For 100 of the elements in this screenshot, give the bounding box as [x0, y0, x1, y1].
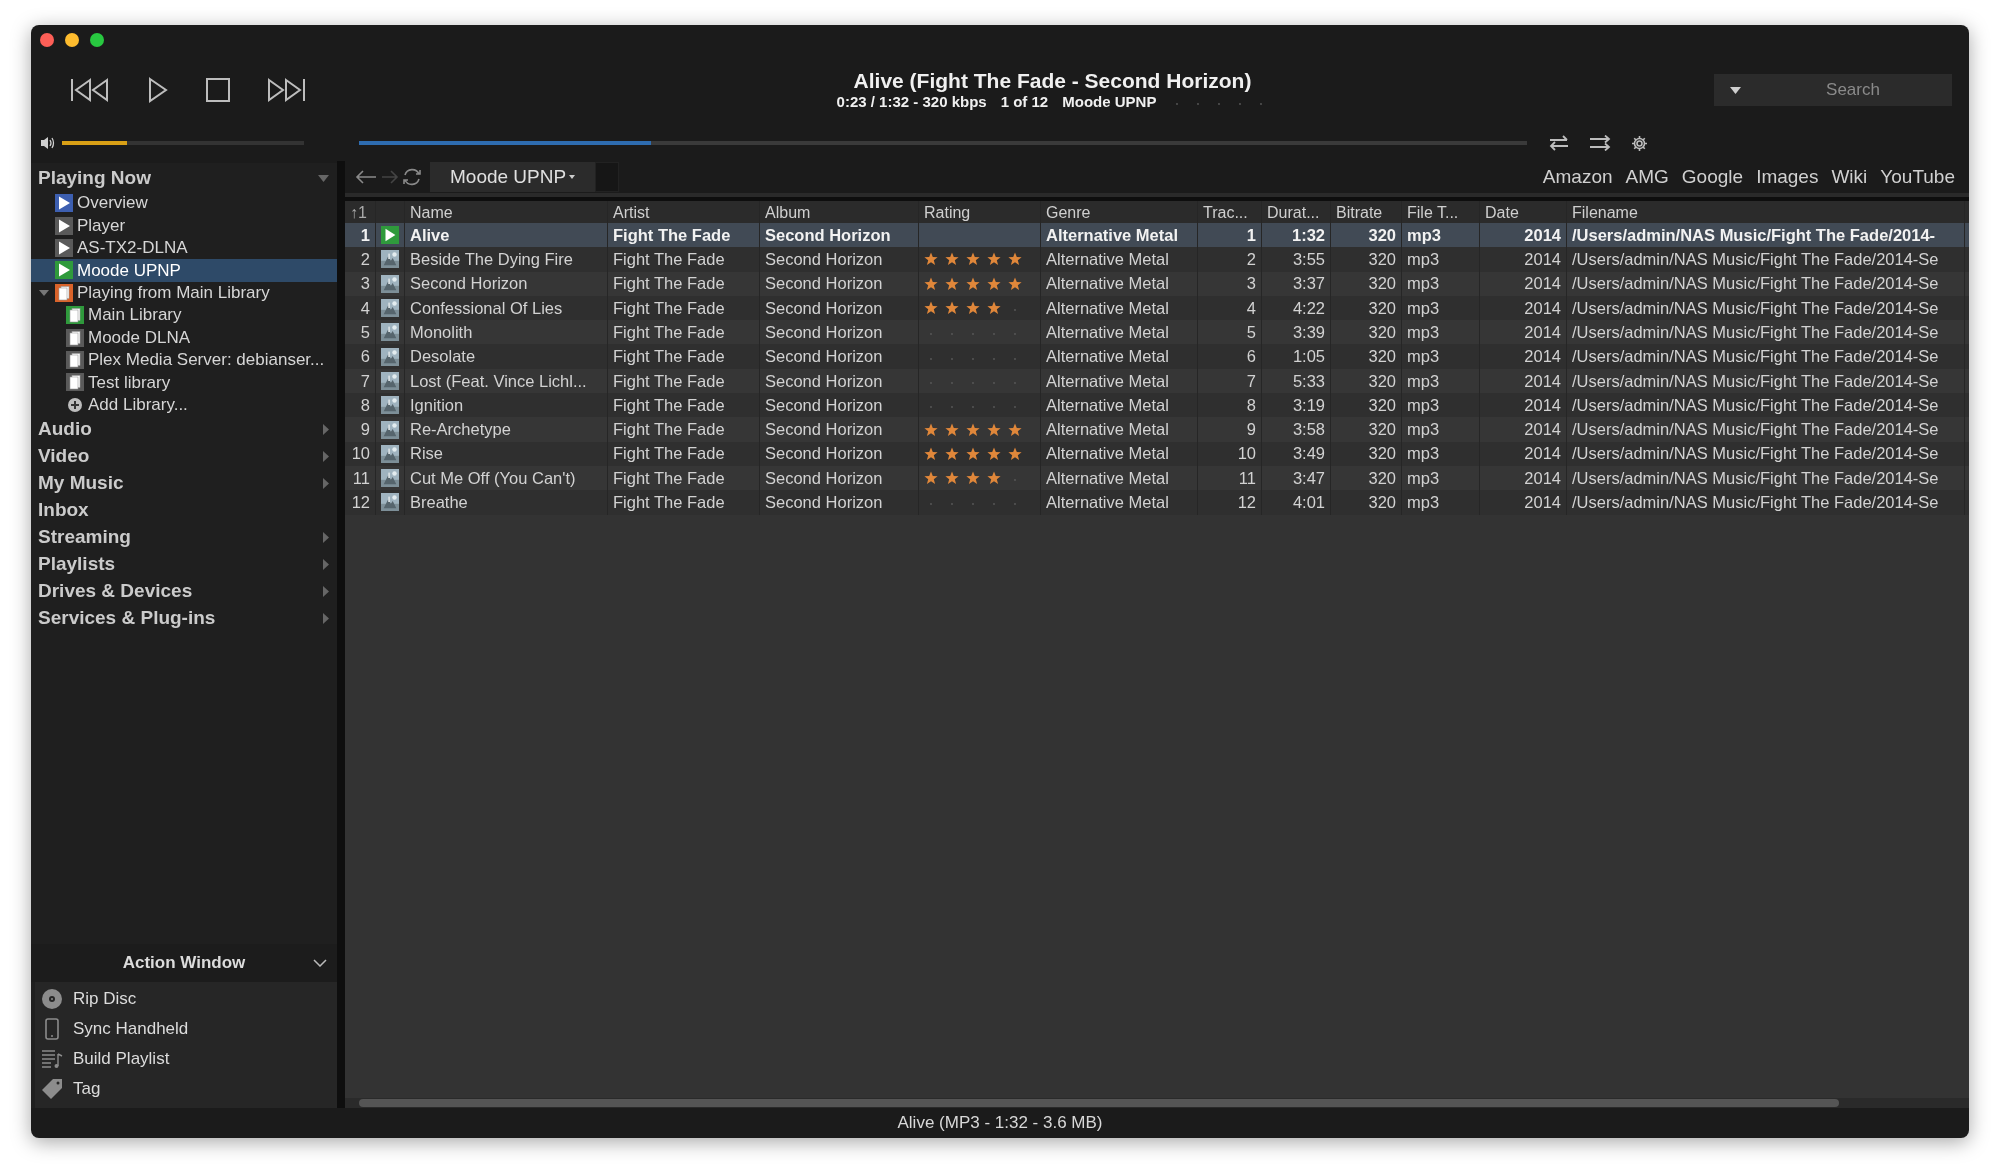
sidebar-item[interactable]: Moode UPNP: [31, 259, 337, 282]
submenu-arrow-icon[interactable]: [323, 558, 329, 570]
sidebar-section[interactable]: My Music: [31, 469, 337, 497]
action-item[interactable]: Rip Disc: [41, 984, 337, 1014]
web-link[interactable]: Images: [1756, 162, 1819, 192]
web-link[interactable]: Amazon: [1542, 162, 1613, 192]
star-icon[interactable]: [924, 422, 938, 437]
table-cell: 4:01: [1262, 490, 1331, 515]
sidebar-item[interactable]: Overview: [31, 192, 337, 215]
table-row[interactable]: 10 Rise Fight The Fade Second Horizon Alternative Metal 10 3:49 320 mp3 2014 /Users/admin/NAS Music/Fight The Fade/2014-Se: [345, 441, 1969, 466]
star-icon[interactable]: [966, 252, 980, 267]
star-icon[interactable]: [987, 252, 1001, 267]
star-icon[interactable]: [924, 276, 938, 291]
table-cell: Fight The Fade: [608, 344, 760, 369]
sidebar-item[interactable]: Player: [31, 214, 337, 237]
submenu-arrow-icon[interactable]: [323, 423, 329, 435]
star-icon[interactable]: [987, 446, 1001, 461]
submenu-arrow-icon[interactable]: [323, 450, 329, 462]
sidebar-item[interactable]: Plex Media Server: debianser...: [31, 348, 337, 372]
table-cell: 9: [1198, 417, 1262, 442]
table-row[interactable]: 8 Ignition Fight The Fade Second Horizon Alternative Metal 8 3:19 320 mp3 2014 /Users/admin/NAS Music/Fight The Fade/2014-Se: [345, 393, 1969, 418]
sidebar-section[interactable]: Drives & Devices: [31, 577, 337, 605]
star-icon[interactable]: [987, 422, 1001, 437]
sidebar-item[interactable]: Moode DLNA: [31, 326, 337, 349]
close-button[interactable]: [40, 33, 54, 47]
star-icon[interactable]: [945, 471, 959, 486]
web-link[interactable]: AMG: [1625, 162, 1669, 192]
star-icon[interactable]: [966, 422, 980, 437]
table-row[interactable]: 6 Desolate Fight The Fade Second Horizon Alternative Metal 6 1:05 320 mp3 2014 /Users/admin/NAS Music/Fight The Fade/2014-Se: [345, 344, 1969, 369]
sidebar-item[interactable]: AS-TX2-DLNA: [31, 236, 337, 260]
star-icon[interactable]: [924, 252, 938, 267]
shuffle-icon[interactable]: [1589, 135, 1611, 151]
star-icon[interactable]: [945, 301, 959, 316]
web-link[interactable]: YouTube: [1880, 162, 1955, 192]
zoom-button[interactable]: [90, 33, 104, 47]
stop-button[interactable]: [203, 75, 233, 105]
sidebar-section[interactable]: Playlists: [31, 550, 337, 578]
star-icon[interactable]: [945, 422, 959, 437]
disclosure-triangle-icon[interactable]: [39, 287, 49, 298]
horizontal-scrollbar[interactable]: [345, 1098, 1969, 1108]
star-icon[interactable]: [1008, 446, 1022, 461]
volume-slider[interactable]: [62, 141, 304, 145]
star-icon[interactable]: [966, 446, 980, 461]
star-icon[interactable]: [945, 252, 959, 267]
playback-status: 1 of 12: [1000, 93, 1049, 111]
star-icon[interactable]: [1008, 276, 1022, 291]
refresh-icon[interactable]: [401, 166, 423, 188]
table-cell: /Users/admin/NAS Music/Fight The Fade/2014-Se: [1567, 441, 1965, 466]
star-icon[interactable]: [987, 301, 1001, 316]
star-icon[interactable]: [945, 276, 959, 291]
sidebar-section[interactable]: Services & Plug-ins: [31, 604, 337, 632]
star-icon[interactable]: [966, 471, 980, 486]
track-title: Alive (Fight The Fade - Second Horizon): [853, 69, 1252, 93]
sidebar-item[interactable]: Main Library: [31, 303, 337, 327]
star-icon[interactable]: [924, 446, 938, 461]
star-icon[interactable]: [966, 276, 980, 291]
caret-icon[interactable]: [569, 175, 576, 179]
table-cell: Second Horizon: [760, 344, 919, 369]
table-cell: Second Horizon: [760, 271, 919, 296]
sidebar-section[interactable]: Playing Now: [31, 165, 337, 192]
action-item[interactable]: Tag: [41, 1074, 337, 1104]
view-tab[interactable]: Moode UPNP: [430, 162, 596, 192]
chevron-icon[interactable]: [313, 959, 327, 967]
sidebar-item[interactable]: Add Library...: [31, 393, 337, 416]
star-icon[interactable]: [924, 471, 938, 486]
search-field[interactable]: Search: [1714, 74, 1952, 106]
star-icon[interactable]: [1008, 422, 1022, 437]
table-row[interactable]: 12 Breathe Fight The Fade Second Horizon Alternative Metal 12 4:01 320 mp3 2014 /Users/admin/NAS Music/Fight The Fade/2014-Se: [345, 490, 1969, 515]
star-icon[interactable]: [1008, 252, 1022, 267]
sidebar-item[interactable]: Playing from Main Library: [31, 281, 337, 304]
submenu-arrow-icon[interactable]: [323, 585, 329, 597]
web-link[interactable]: Wiki: [1831, 162, 1868, 192]
settings-icon[interactable]: [1631, 134, 1648, 152]
star-icon[interactable]: [987, 276, 1001, 291]
sidebar-section[interactable]: Audio: [31, 415, 337, 443]
web-link[interactable]: Google: [1681, 162, 1744, 192]
table-row[interactable]: 2 Beside The Dying Fire Fight The Fade Second Horizon Alternative Metal 2 3:55 320 mp3 2014 /Users/admin/NAS Music/Fight The Fade/2014-Se: [345, 247, 1969, 272]
sidebar-section[interactable]: Inbox: [31, 496, 337, 524]
submenu-arrow-icon[interactable]: [323, 612, 329, 624]
submenu-arrow-icon[interactable]: [323, 477, 329, 489]
action-item[interactable]: Sync Handheld: [41, 1014, 337, 1044]
star-icon[interactable]: [987, 471, 1001, 486]
table-cell: 10: [1198, 441, 1262, 466]
dropdown-arrow-icon[interactable]: [318, 175, 329, 182]
action-item[interactable]: Build Playlist: [41, 1044, 337, 1074]
back-arrow-icon[interactable]: [355, 169, 377, 185]
table-row[interactable]: 1 Alive Fight The Fade Second Horizon Alternative Metal 1 1:32 320 mp3 2014 /Users/admin/NAS Music/Fight The Fade/2014-: [345, 223, 1969, 248]
star-icon[interactable]: [945, 446, 959, 461]
splitter-handle[interactable]: [337, 161, 345, 1108]
table-cell: 3:55: [1262, 247, 1331, 272]
star-icon[interactable]: [966, 301, 980, 316]
repeat-icon[interactable]: [1549, 135, 1569, 151]
submenu-arrow-icon[interactable]: [323, 531, 329, 543]
sidebar-item[interactable]: Test library: [31, 371, 337, 394]
star-icon[interactable]: [924, 301, 938, 316]
sidebar-section[interactable]: Video: [31, 442, 337, 470]
minimize-button[interactable]: [65, 33, 79, 47]
sidebar-section[interactable]: Streaming: [31, 523, 337, 551]
table-row[interactable]: 4 Confessional Of Lies Fight The Fade Second Horizon Alternative Metal 4 4:22 320 mp3 2014 /Users/admin/NAS Music/Fight The Fade/2014-Se: [345, 295, 1969, 321]
dropdown-caret-icon[interactable]: [1730, 87, 1741, 94]
